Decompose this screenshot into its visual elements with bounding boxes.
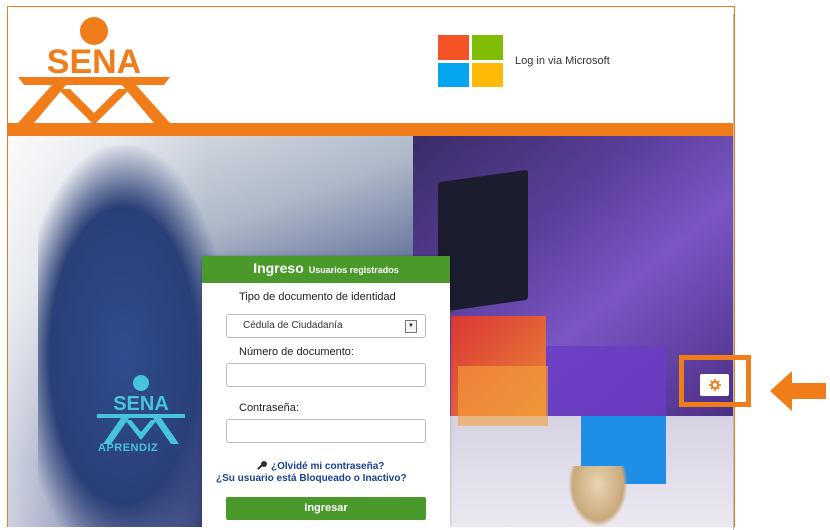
login-submit-button[interactable]: Ingresar — [226, 497, 426, 520]
monitor-shape — [438, 169, 528, 313]
chevron-down-icon[interactable]: ▼ — [405, 320, 417, 333]
microsoft-logo-icon — [438, 35, 503, 87]
doc-number-input[interactable] — [226, 363, 426, 387]
annotation-arrow-icon — [770, 371, 826, 411]
svg-text:SENA: SENA — [47, 43, 141, 81]
blocked-user-link[interactable]: ¿Su usuario está Bloqueado o Inactivo? — [216, 473, 407, 484]
mannequin-shape — [568, 466, 628, 527]
login-subtitle: Usuarios registrados — [308, 265, 399, 275]
login-title: Ingreso — [253, 260, 304, 276]
microsoft-login-label: Log in via Microsoft — [515, 55, 610, 67]
decor-square-orange — [458, 366, 548, 426]
doc-type-select[interactable]: Cédula de Ciudadanía ▼ — [226, 314, 426, 338]
header: SENA Log in via Microsoft — [8, 7, 734, 125]
doc-type-label: Tipo de documento de identidad — [239, 291, 396, 303]
login-card: Ingreso Usuarios registrados Tipo de doc… — [202, 256, 450, 527]
page-edge — [733, 14, 734, 530]
shirt-caption: APRENDIZ — [98, 442, 159, 454]
sena-logo: SENA — [18, 17, 170, 125]
password-label: Contraseña: — [239, 402, 299, 414]
doc-type-selected-value: Cédula de Ciudadanía — [243, 320, 343, 331]
forgot-password-link[interactable]: ¿Olvidé mi contraseña? — [256, 460, 384, 472]
shirt-logo: SENA — [97, 375, 185, 444]
key-icon — [257, 461, 267, 470]
svg-text:SENA: SENA — [113, 393, 169, 415]
hero-banner: SENA APRENDIZ Ingreso Usuarios registrad… — [8, 136, 734, 527]
hero-person — [38, 146, 228, 527]
microsoft-login-button[interactable]: Log in via Microsoft — [438, 35, 610, 87]
decor-square-purple — [546, 346, 666, 416]
settings-highlight-box — [679, 355, 751, 407]
login-card-header: Ingreso Usuarios registrados — [202, 256, 450, 283]
page-frame: SENA Log in via Microsoft SENA APRENDIZ — [7, 6, 735, 527]
doc-number-label: Número de documento: — [239, 346, 354, 358]
forgot-password-text: ¿Olvidé mi contraseña? — [271, 460, 385, 472]
header-divider — [8, 123, 734, 136]
password-input[interactable] — [226, 419, 426, 443]
